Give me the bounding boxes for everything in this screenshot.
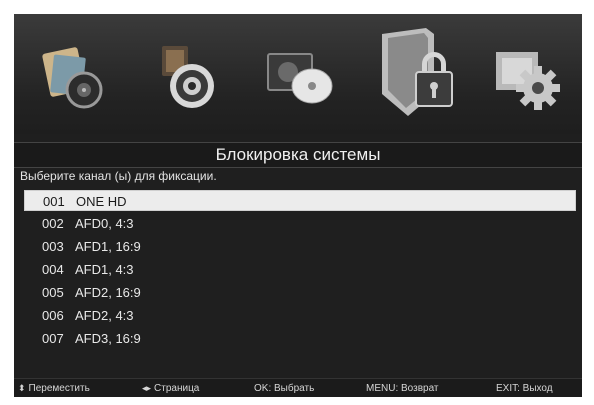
channel-number: 005 xyxy=(42,285,64,300)
channel-number: 002 xyxy=(42,216,64,231)
channel-name: AFD3, 16:9 xyxy=(75,331,141,346)
instruction-text: Выберите канал (ы) для фиксации. xyxy=(20,169,217,183)
up-down-arrows-icon: ⬍ xyxy=(18,383,26,393)
channel-list: 001 ONE HD 002 AFD0, 4:3 003 AFD1, 16:9 … xyxy=(24,190,576,351)
channel-name: AFD1, 16:9 xyxy=(75,239,141,254)
audio-icon[interactable] xyxy=(148,36,228,116)
picture-icon[interactable] xyxy=(36,36,116,116)
help-page: ◂▸ Страница xyxy=(142,379,199,397)
page-title: Блокировка системы xyxy=(14,142,582,168)
help-move: ⬍ Переместить xyxy=(18,379,90,397)
channel-row[interactable]: 006 AFD2, 4:3 xyxy=(24,305,576,326)
channel-row[interactable]: 003 AFD1, 16:9 xyxy=(24,236,576,257)
channel-name: ONE HD xyxy=(76,194,127,209)
channel-number: 004 xyxy=(42,262,64,277)
settings-icon[interactable] xyxy=(486,36,566,116)
left-right-arrows-icon: ◂▸ xyxy=(142,383,152,393)
help-bar: ⬍ Переместить ◂▸ Страница OK: Выбрать MENU… xyxy=(14,378,582,397)
menu-icon-bar xyxy=(14,14,582,134)
channel-name: AFD1, 4:3 xyxy=(75,262,134,277)
channel-number: 003 xyxy=(42,239,64,254)
lock-icon[interactable] xyxy=(372,24,464,120)
channel-number: 001 xyxy=(43,194,65,209)
channel-row[interactable]: 005 AFD2, 16:9 xyxy=(24,282,576,303)
channel-number: 007 xyxy=(42,331,64,346)
channel-name: AFD2, 4:3 xyxy=(75,308,134,323)
channel-number: 006 xyxy=(42,308,64,323)
help-page-label: Страница xyxy=(154,383,200,394)
channel-name: AFD0, 4:3 xyxy=(75,216,134,231)
disc-icon[interactable] xyxy=(260,36,340,116)
help-ok: OK: Выбрать xyxy=(254,383,315,394)
tv-menu-screen: Блокировка системы Выберите канал (ы) дл… xyxy=(14,14,582,397)
channel-name: AFD2, 16:9 xyxy=(75,285,141,300)
help-exit: EXIT: Выход xyxy=(496,383,553,394)
help-menu: MENU: Возврат xyxy=(366,383,439,394)
channel-row[interactable]: 001 ONE HD xyxy=(24,190,576,211)
channel-row[interactable]: 002 AFD0, 4:3 xyxy=(24,213,576,234)
help-move-label: Переместить xyxy=(28,383,90,394)
channel-row[interactable]: 007 AFD3, 16:9 xyxy=(24,328,576,349)
channel-row[interactable]: 004 AFD1, 4:3 xyxy=(24,259,576,280)
